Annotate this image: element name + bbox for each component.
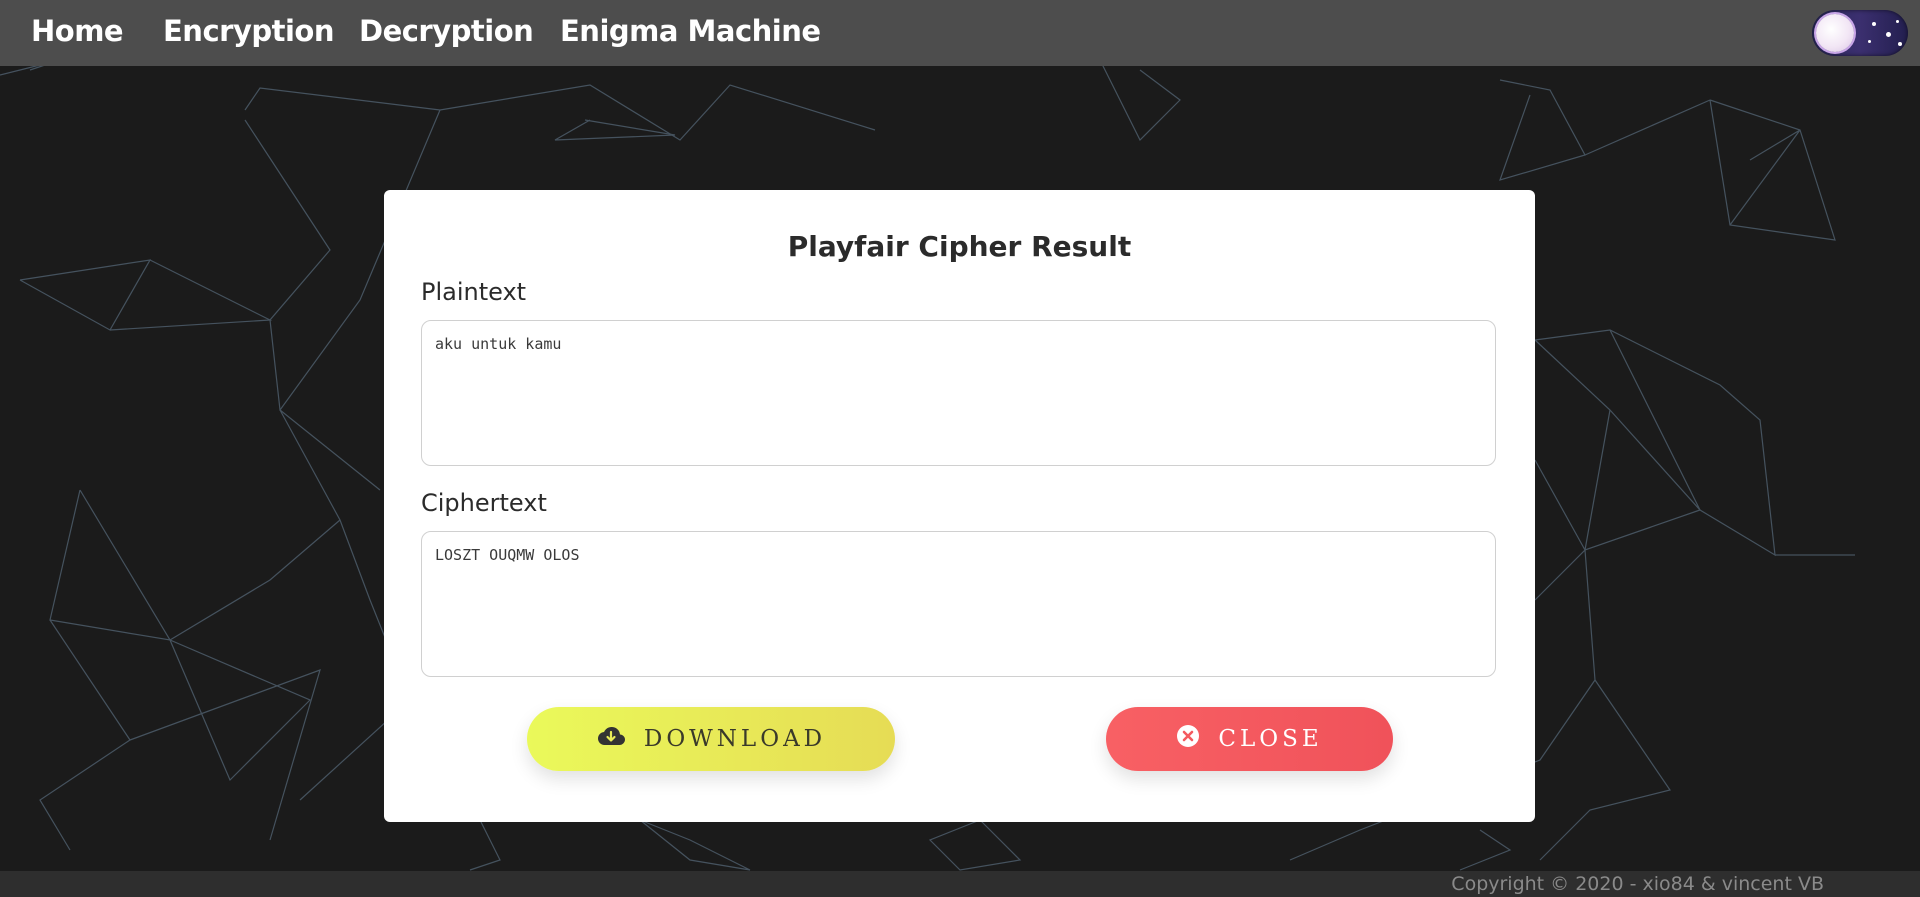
- close-button[interactable]: CLOSE: [1106, 707, 1393, 771]
- modal-title: Playfair Cipher Result: [787, 230, 1132, 263]
- nav-enigma-machine-link[interactable]: Enigma Machine: [560, 14, 821, 48]
- copyright-text: Copyright © 2020 - xio84 & vincent VB: [1451, 873, 1824, 895]
- top-navbar: Home Encryption Decryption Enigma Machin…: [0, 0, 1920, 66]
- star-icon: [1896, 20, 1899, 23]
- ciphertext-textarea[interactable]: LOSZT OUQMW OLOS: [421, 531, 1496, 677]
- footer: Copyright © 2020 - xio84 & vincent VB: [0, 871, 1920, 897]
- close-circle-icon: [1176, 724, 1200, 754]
- star-icon: [1886, 32, 1891, 37]
- nav-encryption-link[interactable]: Encryption: [163, 14, 334, 48]
- star-icon: [1872, 22, 1876, 26]
- cloud-download-icon: [596, 725, 626, 753]
- close-label: CLOSE: [1218, 726, 1323, 752]
- star-icon: [1898, 42, 1902, 46]
- plaintext-label: Plaintext: [421, 278, 527, 306]
- moon-icon: [1816, 14, 1854, 52]
- nav-decryption-link[interactable]: Decryption: [359, 14, 534, 48]
- result-modal: Playfair Cipher Result Plaintext aku unt…: [384, 190, 1535, 822]
- download-button[interactable]: DOWNLOAD: [527, 707, 895, 771]
- nav-home-link[interactable]: Home: [31, 14, 124, 48]
- plaintext-textarea[interactable]: aku untuk kamu: [421, 320, 1496, 466]
- star-icon: [1868, 40, 1871, 43]
- theme-toggle[interactable]: [1812, 10, 1908, 56]
- ciphertext-label: Ciphertext: [421, 489, 547, 517]
- download-label: DOWNLOAD: [643, 726, 827, 752]
